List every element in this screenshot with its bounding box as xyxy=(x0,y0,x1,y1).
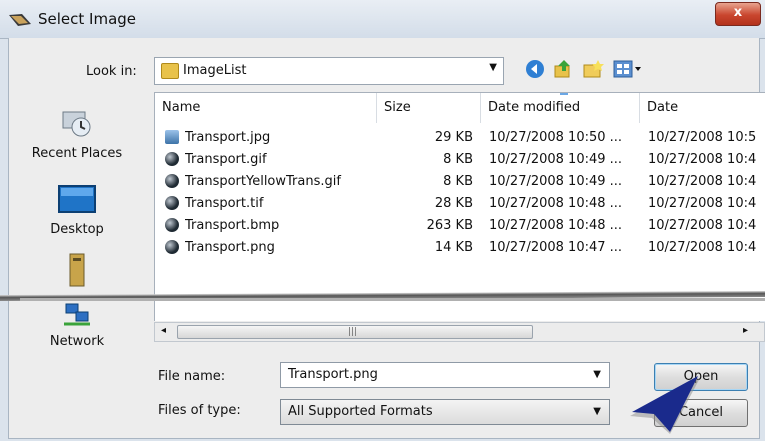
network-icon xyxy=(64,303,90,326)
column-header-name[interactable]: Name xyxy=(155,93,377,123)
file-name-input[interactable]: Transport.png ▼ xyxy=(280,362,610,388)
file-row[interactable]: TransportYellowTrans.gif 8 KB 10/27/2008 1… xyxy=(155,171,765,193)
column-header-date[interactable]: Date xyxy=(640,93,765,123)
file-date: 10/27/2008 10:4 xyxy=(648,196,757,211)
computer-icon xyxy=(69,253,85,287)
file-name: Transport.tif xyxy=(185,196,264,211)
new-folder-icon[interactable] xyxy=(582,58,604,80)
file-date: 10/27/2008 10:4 xyxy=(648,218,757,233)
look-in-label: Look in: xyxy=(86,64,137,79)
file-date: 10/27/2008 10:4 xyxy=(648,152,757,167)
place-network[interactable]: Network xyxy=(10,302,144,349)
bmp-file-icon xyxy=(165,218,179,232)
file-size: 263 KB xyxy=(426,218,473,233)
file-size: 14 KB xyxy=(434,240,473,255)
title-bar: Select Image x xyxy=(0,0,765,39)
file-date-modified: 10/27/2008 10:49 ... xyxy=(489,152,623,167)
file-date-modified: 10/27/2008 10:50 ... xyxy=(489,130,623,145)
tif-file-icon xyxy=(165,196,179,210)
up-folder-icon[interactable] xyxy=(552,58,574,80)
file-name: Transport.jpg xyxy=(185,130,271,145)
sort-indicator-icon xyxy=(560,93,568,95)
arrow-pointer-icon xyxy=(630,376,700,434)
column-header-size[interactable]: Size xyxy=(377,93,481,123)
file-name: Transport.bmp xyxy=(185,218,280,233)
screenshot-artifact-shadow xyxy=(20,298,765,301)
folder-icon xyxy=(161,63,179,79)
file-row[interactable]: Transport.bmp 263 KB 10/27/2008 10:48 ... 1… xyxy=(155,215,765,237)
places-bar: Recent Places Desktop Network xyxy=(10,92,144,382)
file-date: 10/27/2008 10:4 xyxy=(648,174,757,189)
look-in-combo[interactable]: ImageList ▼ xyxy=(154,57,504,85)
file-name-value: Transport.png xyxy=(288,367,378,382)
file-size: 28 KB xyxy=(434,196,473,211)
scroll-right-icon[interactable]: ▸ xyxy=(743,325,748,336)
file-date: 10/27/2008 10:5 xyxy=(648,130,757,145)
select-image-icon xyxy=(9,14,31,26)
file-row[interactable]: Transport.gif 8 KB 10/27/2008 10:49 ... 10/… xyxy=(155,149,765,171)
chevron-down-icon[interactable]: ▼ xyxy=(489,62,497,73)
recent-places-icon xyxy=(62,111,91,137)
look-in-value: ImageList xyxy=(183,63,247,78)
file-date-modified: 10/27/2008 10:49 ... xyxy=(489,174,623,189)
file-row[interactable]: Transport.png 14 KB 10/27/2008 10:47 ... 10… xyxy=(155,237,765,259)
close-button[interactable]: x xyxy=(715,2,761,26)
file-date-modified: 10/27/2008 10:47 ... xyxy=(489,240,623,255)
chevron-down-icon[interactable]: ▼ xyxy=(593,406,601,417)
place-label: Recent Places xyxy=(31,146,123,161)
window-title: Select Image xyxy=(38,10,137,28)
place-label: Network xyxy=(49,334,105,349)
file-list[interactable]: Name Size Date modified Date Transport.j… xyxy=(154,92,765,321)
horizontal-scrollbar[interactable]: ◂ ||| ▸ xyxy=(154,322,765,342)
file-type-value: All Supported Formats xyxy=(288,404,433,419)
file-size: 8 KB xyxy=(443,174,473,189)
file-name-label: File name: xyxy=(158,369,226,384)
desktop-icon xyxy=(58,185,96,213)
file-date: 10/27/2008 10:4 xyxy=(648,240,757,255)
column-header-label: Date modified xyxy=(488,100,581,115)
file-row[interactable]: Transport.jpg 29 KB 10/27/2008 10:50 ... 10… xyxy=(155,127,765,149)
png-file-icon xyxy=(165,240,179,254)
gif-file-icon xyxy=(165,174,179,188)
column-header-date-modified[interactable]: Date modified xyxy=(481,93,640,123)
place-desktop[interactable]: Desktop xyxy=(10,184,144,237)
scroll-left-icon[interactable]: ◂ xyxy=(161,325,166,336)
grip-icon: ||| xyxy=(348,327,358,337)
jpg-file-icon xyxy=(165,130,179,144)
gif-file-icon xyxy=(165,152,179,166)
file-name: TransportYellowTrans.gif xyxy=(185,174,341,189)
file-name: Transport.png xyxy=(185,240,275,255)
place-computer[interactable] xyxy=(10,252,144,294)
place-recent-places[interactable]: Recent Places xyxy=(10,106,144,161)
file-date-modified: 10/27/2008 10:48 ... xyxy=(489,196,623,211)
file-date-modified: 10/27/2008 10:48 ... xyxy=(489,218,623,233)
view-menu-icon[interactable] xyxy=(612,58,642,80)
scrollbar-thumb[interactable]: ||| xyxy=(177,325,533,339)
file-name: Transport.gif xyxy=(185,152,267,167)
chevron-down-icon[interactable]: ▼ xyxy=(593,369,601,380)
file-type-label: Files of type: xyxy=(158,403,241,418)
file-size: 8 KB xyxy=(443,152,473,167)
file-type-select[interactable]: All Supported Formats ▼ xyxy=(280,399,610,425)
file-size: 29 KB xyxy=(434,130,473,145)
file-row[interactable]: Transport.tif 28 KB 10/27/2008 10:48 ... 10… xyxy=(155,193,765,215)
back-icon[interactable] xyxy=(524,58,546,80)
place-label: Desktop xyxy=(50,222,104,237)
